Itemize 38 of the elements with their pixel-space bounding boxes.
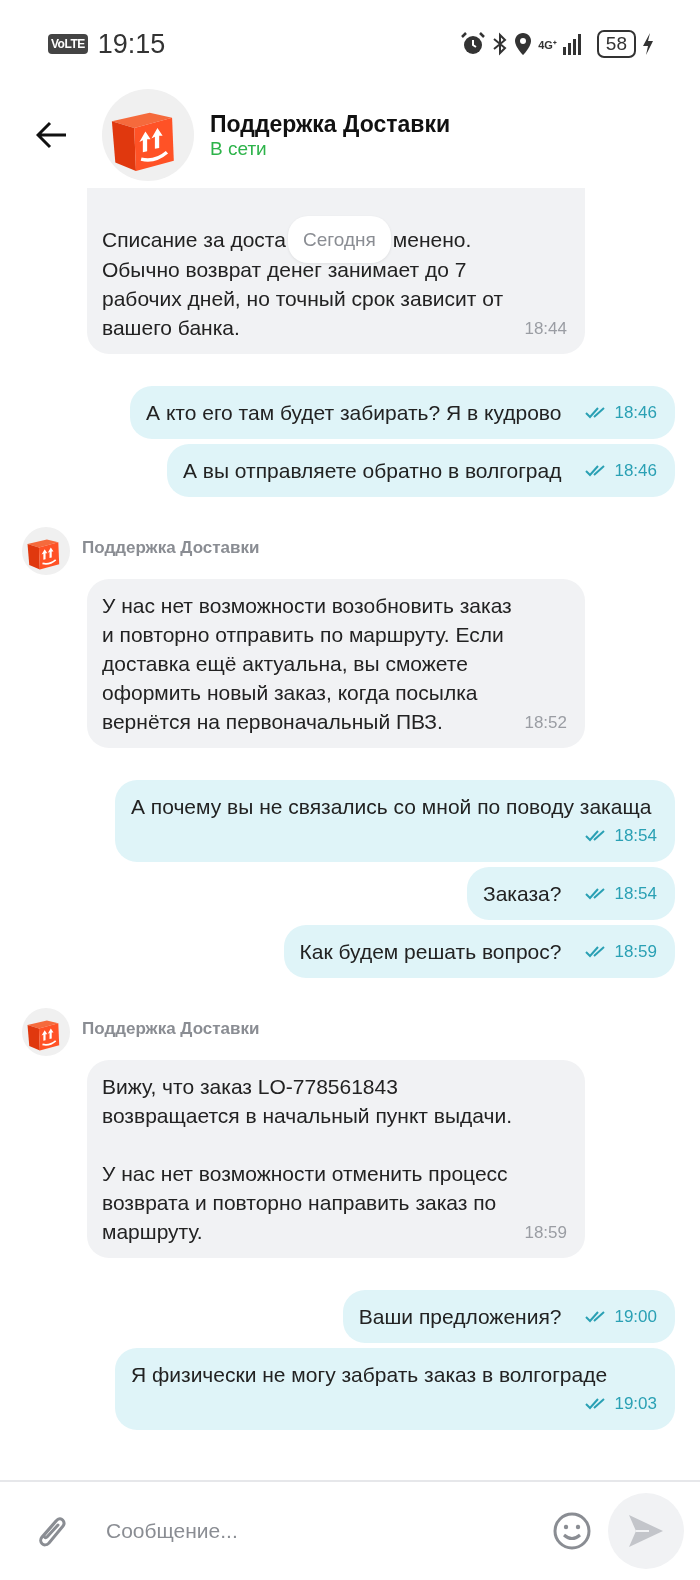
network-type: 4G⁺: [538, 37, 557, 52]
message-text: Вижу, что заказ LO-778561843 возвращается в начальный пункт выдачи.: [102, 1074, 513, 1129]
message-time: 18:54: [614, 883, 657, 905]
message-text: А почему вы не связались со мной по поводу закаща: [131, 794, 652, 820]
chat-title: Поддержка Доставки: [210, 110, 451, 138]
message-text: У нас нет возможности отменить процесс возврата и повторно направить заказ по маршруту.: [102, 1161, 509, 1245]
sender-name: Поддержка Доставки: [82, 1019, 260, 1039]
message-text: Списание за доста: [102, 227, 286, 253]
message-time: 18:54: [614, 825, 657, 847]
message-text: Как будем решать вопрос?: [299, 939, 562, 965]
message-time: 18:59: [614, 941, 657, 963]
message-time: 18:46: [614, 460, 657, 482]
message-text: Я физически не могу забрать заказ в волгограде: [131, 1362, 608, 1388]
sender-name: Поддержка Доставки: [82, 538, 260, 558]
message-text: А вы отправляете обратно в волгоград: [182, 458, 562, 484]
message-time: 18:46: [614, 402, 657, 424]
message-text: А кто его там будет забирать? Я в кудрово: [146, 400, 562, 426]
clock: 19:15: [97, 28, 166, 60]
message-text: Ваши предложения?: [358, 1304, 562, 1330]
message-input[interactable]: Сообщение...: [104, 1518, 552, 1544]
message-text: У нас нет возможности возобновить заказ и повторно отправить по маршруту. Если доставка ещё актуальна, вы сможете оформить новый заказ, когда посылка вернётся на первоначальный ПВЗ.: [102, 593, 513, 735]
battery-level: 58: [596, 30, 636, 58]
charging-icon: [642, 32, 654, 56]
message-text: Заказа?: [483, 881, 562, 907]
bluetooth-icon: [492, 32, 509, 56]
emoji-icon[interactable]: [552, 1511, 592, 1551]
message-time: 18:44: [524, 318, 567, 340]
alarm-icon: [460, 32, 487, 56]
message-time: 18:52: [524, 712, 567, 734]
message-time: 18:59: [524, 1222, 567, 1244]
date-divider: Сегодня: [287, 216, 391, 263]
online-status: В сети: [210, 137, 268, 160]
message-time: 19:03: [614, 1393, 657, 1415]
send-icon: [627, 1513, 665, 1549]
location-icon: [514, 32, 533, 56]
volte-badge: VoLTE: [48, 34, 88, 54]
message-text: менено.: [392, 227, 472, 253]
message-time: 19:00: [614, 1306, 657, 1328]
